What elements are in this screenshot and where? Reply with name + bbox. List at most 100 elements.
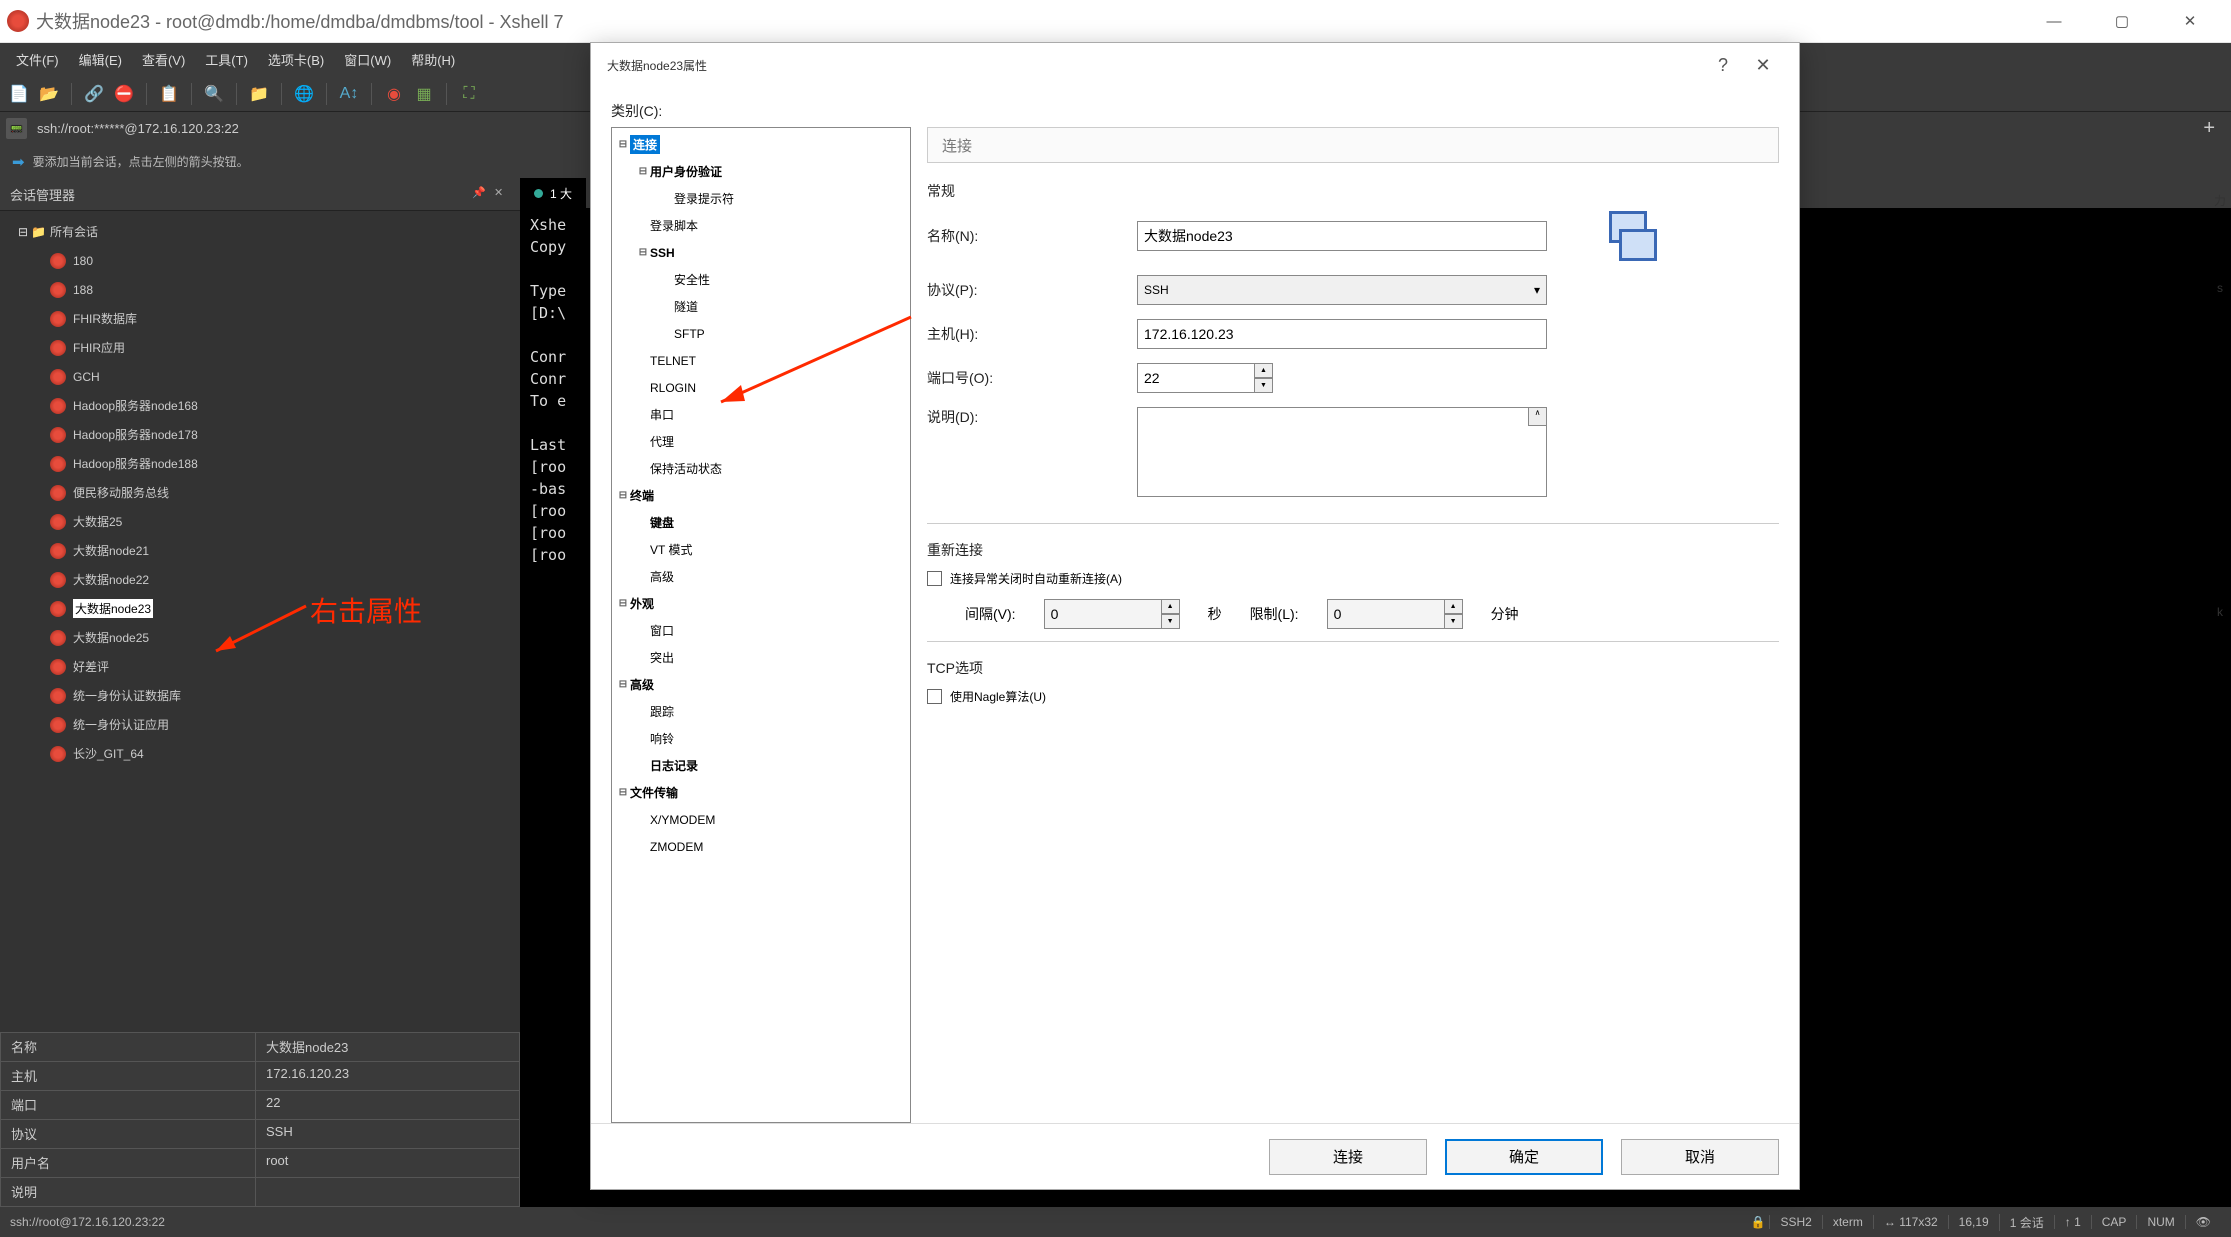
category-item[interactable]: 隧道 <box>612 293 910 320</box>
category-item[interactable]: 日志记录 <box>612 752 910 779</box>
expand-icon[interactable]: ⊟ <box>636 166 650 177</box>
session-item[interactable]: 长沙_GIT_64 <box>0 739 520 768</box>
port-stepper[interactable]: ▲▼ <box>1137 363 1273 393</box>
maximize-button[interactable]: ▢ <box>2088 0 2156 43</box>
panel-pin-icon[interactable]: 📌 <box>472 186 488 202</box>
menu-window[interactable]: 窗口(W) <box>334 46 401 73</box>
session-item[interactable]: 大数据25 <box>0 507 520 536</box>
stepper-down-icon[interactable]: ▼ <box>1445 614 1463 629</box>
category-item[interactable]: 键盘 <box>612 509 910 536</box>
category-item[interactable]: TELNET <box>612 347 910 374</box>
session-item[interactable]: 大数据node22 <box>0 565 520 594</box>
category-item[interactable]: VT 模式 <box>612 536 910 563</box>
port-input[interactable] <box>1137 363 1255 393</box>
category-item[interactable]: ZMODEM <box>612 833 910 860</box>
session-item[interactable]: 大数据node23 <box>0 594 520 623</box>
description-textarea[interactable]: ∧ <box>1137 407 1547 497</box>
menu-edit[interactable]: 编辑(E) <box>69 46 132 73</box>
category-tree[interactable]: ⊟连接⊟用户身份验证登录提示符登录脚本⊟SSH安全性隧道SFTPTELNETRL… <box>611 127 911 1123</box>
cancel-button[interactable]: 取消 <box>1621 1139 1779 1175</box>
category-item[interactable]: ⊟连接 <box>612 131 910 158</box>
name-input[interactable] <box>1137 221 1547 251</box>
category-item[interactable]: ⊟用户身份验证 <box>612 158 910 185</box>
connect-button[interactable]: 连接 <box>1269 1139 1427 1175</box>
expand-icon[interactable]: ⊟ <box>616 679 630 690</box>
stepper-up-icon[interactable]: ▲ <box>1255 363 1273 378</box>
terminal-tab[interactable]: 1 大 <box>520 178 586 208</box>
menu-tabs[interactable]: 选项卡(B) <box>258 46 334 73</box>
session-item[interactable]: 188 <box>0 275 520 304</box>
category-item[interactable]: 响铃 <box>612 725 910 752</box>
interval-stepper[interactable]: ▲▼ <box>1044 599 1180 629</box>
dialog-help-button[interactable]: ? <box>1703 55 1743 76</box>
copy-icon[interactable]: 📋 <box>157 82 181 106</box>
scroll-up-icon[interactable]: ∧ <box>1528 408 1546 426</box>
expand-icon[interactable]: ⊟ <box>616 139 630 150</box>
reconnect-checkbox[interactable]: 连接异常关闭时自动重新连接(A) <box>927 570 1779 587</box>
category-item[interactable]: 跟踪 <box>612 698 910 725</box>
session-item[interactable]: 便民移动服务总线 <box>0 478 520 507</box>
session-item[interactable]: 180 <box>0 246 520 275</box>
session-item[interactable]: 大数据node21 <box>0 536 520 565</box>
hint-arrow-icon[interactable]: ➡ <box>12 153 25 171</box>
dialog-close-button[interactable]: ✕ <box>1743 55 1783 76</box>
menu-file[interactable]: 文件(F) <box>6 46 69 73</box>
expand-icon[interactable]: ⊟ <box>18 225 31 239</box>
font-icon[interactable]: A↕ <box>337 82 361 106</box>
limit-stepper[interactable]: ▲▼ <box>1327 599 1463 629</box>
category-item[interactable]: ⊟高级 <box>612 671 910 698</box>
ok-button[interactable]: 确定 <box>1445 1139 1603 1175</box>
session-item[interactable]: 好差评 <box>0 652 520 681</box>
category-item[interactable]: ⊟SSH <box>612 239 910 266</box>
category-item[interactable]: 登录脚本 <box>612 212 910 239</box>
grid-icon[interactable]: ▦ <box>412 82 436 106</box>
category-item[interactable]: 串口 <box>612 401 910 428</box>
category-item[interactable]: 保持活动状态 <box>612 455 910 482</box>
search-icon[interactable]: 🔍 <box>202 82 226 106</box>
host-input[interactable] <box>1137 319 1547 349</box>
add-tab-button[interactable]: + <box>2193 117 2225 140</box>
status-eye-icon[interactable]: 👁 <box>2185 1215 2221 1229</box>
stepper-up-icon[interactable]: ▲ <box>1162 599 1180 614</box>
globe-icon[interactable]: 🌐 <box>292 82 316 106</box>
expand-icon[interactable]: ⊟ <box>636 247 650 258</box>
category-item[interactable]: 安全性 <box>612 266 910 293</box>
category-item[interactable]: X/YMODEM <box>612 806 910 833</box>
session-item[interactable]: Hadoop服务器node188 <box>0 449 520 478</box>
close-button[interactable]: ✕ <box>2156 0 2224 43</box>
minimize-button[interactable]: — <box>2020 0 2088 43</box>
category-item[interactable]: 代理 <box>612 428 910 455</box>
session-icon[interactable]: ◉ <box>382 82 406 106</box>
menu-tools[interactable]: 工具(T) <box>195 46 258 73</box>
expand-icon[interactable]: ⊟ <box>616 598 630 609</box>
fullscreen-icon[interactable]: ⛶ <box>457 82 481 106</box>
session-item[interactable]: Hadoop服务器node178 <box>0 420 520 449</box>
expand-icon[interactable]: ⊟ <box>616 787 630 798</box>
sessions-tree[interactable]: ⊟ 📁 所有会话 180188FHIR数据库FHIR应用GCHHadoop服务器… <box>0 211 520 1032</box>
category-item[interactable]: ⊟外观 <box>612 590 910 617</box>
stepper-down-icon[interactable]: ▼ <box>1255 378 1273 393</box>
session-item[interactable]: 大数据node25 <box>0 623 520 652</box>
stepper-up-icon[interactable]: ▲ <box>1445 599 1463 614</box>
expand-icon[interactable]: ⊟ <box>616 490 630 501</box>
stepper-down-icon[interactable]: ▼ <box>1162 614 1180 629</box>
category-item[interactable]: 窗口 <box>612 617 910 644</box>
category-item[interactable]: RLOGIN <box>612 374 910 401</box>
interval-input[interactable] <box>1044 599 1162 629</box>
limit-input[interactable] <box>1327 599 1445 629</box>
category-item[interactable]: SFTP <box>612 320 910 347</box>
session-item[interactable]: FHIR应用 <box>0 333 520 362</box>
disconnect-icon[interactable]: ⛔ <box>112 82 136 106</box>
category-item[interactable]: 登录提示符 <box>612 185 910 212</box>
category-item[interactable]: 突出 <box>612 644 910 671</box>
menu-view[interactable]: 查看(V) <box>132 46 195 73</box>
panel-close-icon[interactable]: ✕ <box>494 186 510 202</box>
sessions-root[interactable]: ⊟ 📁 所有会话 <box>0 217 520 246</box>
session-item[interactable]: FHIR数据库 <box>0 304 520 333</box>
session-item[interactable]: 统一身份认证应用 <box>0 710 520 739</box>
category-item[interactable]: 高级 <box>612 563 910 590</box>
protocol-select[interactable]: SSH ▾ <box>1137 275 1547 305</box>
menu-help[interactable]: 帮助(H) <box>401 46 465 73</box>
category-item[interactable]: ⊟终端 <box>612 482 910 509</box>
open-icon[interactable]: 📂 <box>37 82 61 106</box>
